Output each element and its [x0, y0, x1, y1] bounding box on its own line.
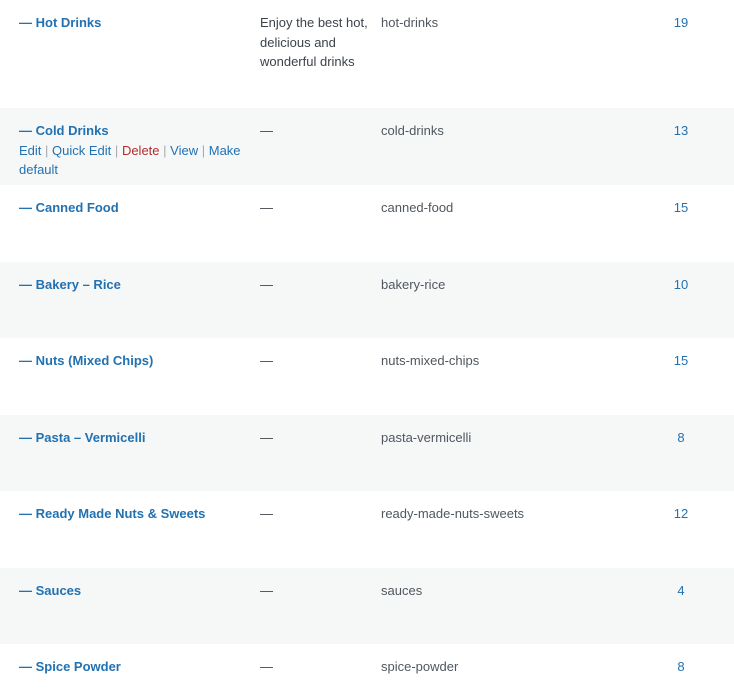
description-cell: — — [260, 123, 273, 138]
name-cell: — Pasta – Vermicelli — [19, 428, 244, 448]
category-name-link[interactable]: — Ready Made Nuts & Sweets — [19, 506, 205, 521]
description-cell: — — [260, 583, 273, 598]
slug-cell: bakery-rice — [381, 277, 446, 292]
count-link[interactable]: 15 — [674, 200, 688, 215]
table-row: — Spice Powder — spice-powder 8 — [0, 644, 734, 690]
category-name-link[interactable]: — Bakery – Rice — [19, 277, 121, 292]
slug-cell: ready-made-nuts-sweets — [381, 506, 525, 521]
table-row: — Sauces — sauces 4 — [0, 568, 734, 644]
description-cell: Enjoy the best hot, delicious and wonder… — [260, 15, 368, 69]
description-cell: — — [260, 353, 273, 368]
count-cell: 8 — [650, 657, 712, 677]
count-cell: 15 — [650, 351, 712, 371]
category-name-link[interactable]: — Cold Drinks — [19, 123, 109, 138]
count-cell: 19 — [650, 13, 712, 33]
separator: | — [114, 142, 119, 158]
description-cell: — — [260, 659, 273, 674]
slug-cell: spice-powder — [381, 659, 459, 674]
count-cell: 8 — [650, 428, 712, 448]
category-name-link[interactable]: — Spice Powder — [19, 659, 121, 674]
table-row: — Ready Made Nuts & Sweets — ready-made-… — [0, 491, 734, 568]
name-cell: — Sauces — [19, 581, 244, 601]
separator: | — [45, 142, 49, 158]
count-link[interactable]: 12 — [674, 506, 688, 521]
edit-link[interactable]: Edit — [19, 143, 41, 158]
category-name-link[interactable]: — Nuts (Mixed Chips) — [19, 353, 153, 368]
separator: | — [201, 142, 206, 158]
delete-link[interactable]: Delete — [122, 143, 160, 158]
categories-table: — Hot Drinks Enjoy the best hot, delicio… — [0, 0, 734, 690]
slug-cell: sauces — [381, 583, 423, 598]
category-name-link[interactable]: — Sauces — [19, 583, 81, 598]
name-cell: — Nuts (Mixed Chips) — [19, 351, 244, 371]
count-link[interactable]: 10 — [674, 277, 688, 292]
table-row: — Canned Food — canned-food 15 — [0, 185, 734, 262]
category-name-link[interactable]: — Hot Drinks — [19, 15, 101, 30]
name-cell: — Bakery – Rice — [19, 275, 244, 295]
slug-cell: pasta-vermicelli — [381, 430, 472, 445]
description-cell: — — [260, 430, 273, 445]
category-name-link[interactable]: — Canned Food — [19, 200, 119, 215]
table-row: — Hot Drinks Enjoy the best hot, delicio… — [0, 0, 734, 108]
description-cell: — — [260, 200, 273, 215]
name-cell: — Ready Made Nuts & Sweets — [19, 504, 244, 524]
count-cell: 12 — [650, 504, 712, 524]
name-cell: — Canned Food — [19, 198, 244, 218]
count-cell: 15 — [650, 198, 712, 218]
count-link[interactable]: 4 — [677, 583, 684, 598]
table-row: — Pasta – Vermicelli — pasta-vermicelli … — [0, 415, 734, 491]
count-link[interactable]: 8 — [677, 430, 684, 445]
count-link[interactable]: 15 — [674, 353, 688, 368]
count-link[interactable]: 13 — [674, 123, 688, 138]
description-cell: — — [260, 506, 273, 521]
name-cell: — Spice Powder — [19, 657, 244, 677]
description-cell: — — [260, 277, 273, 292]
table-row: — Nuts (Mixed Chips) — nuts-mixed-chips … — [0, 338, 734, 415]
name-cell: — Cold Drinks Edit | Quick Edit | Delete… — [19, 121, 244, 180]
count-cell: 10 — [650, 275, 712, 295]
quick-edit-link[interactable]: Quick Edit — [52, 143, 111, 158]
separator: | — [163, 142, 167, 158]
category-name-link[interactable]: — Pasta – Vermicelli — [19, 430, 145, 445]
slug-cell: canned-food — [381, 200, 454, 215]
table-row: — Bakery – Rice — bakery-rice 10 — [0, 262, 734, 338]
slug-cell: hot-drinks — [381, 15, 439, 30]
name-cell: — Hot Drinks — [19, 13, 244, 33]
row-actions: Edit | Quick Edit | Delete | View | Make… — [19, 141, 244, 180]
table-row: — Cold Drinks Edit | Quick Edit | Delete… — [0, 108, 734, 185]
count-cell: 13 — [650, 121, 712, 141]
count-link[interactable]: 19 — [674, 15, 688, 30]
slug-cell: nuts-mixed-chips — [381, 353, 480, 368]
count-cell: 4 — [650, 581, 712, 601]
slug-cell: cold-drinks — [381, 123, 444, 138]
count-link[interactable]: 8 — [677, 659, 684, 674]
view-link[interactable]: View — [170, 143, 198, 158]
